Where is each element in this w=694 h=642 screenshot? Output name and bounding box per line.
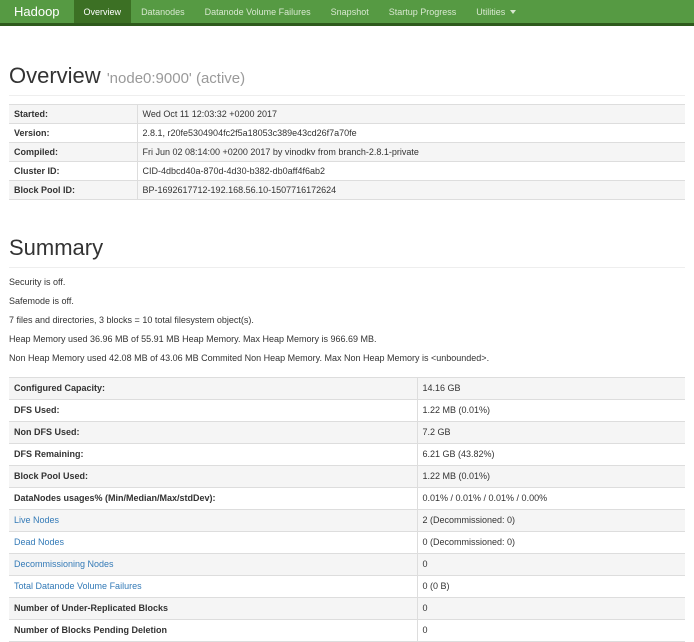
row-value: 2 (Decommissioned: 0) [417,509,685,531]
row-value: 1.22 MB (0.01%) [417,399,685,421]
divider [9,267,685,268]
non-heap-memory-info: Non Heap Memory used 42.08 MB of 43.06 M… [9,352,685,365]
nav-item-label: Datanodes [141,7,185,17]
navbar: Hadoop Overview Datanodes Datanode Volum… [0,0,694,26]
page-title: Overview 'node0:9000' (active) [9,64,685,88]
nav-item-startup-progress[interactable]: Startup Progress [379,0,467,23]
nav-item-datanodes[interactable]: Datanodes [131,0,195,23]
table-row: Number of Under-Replicated Blocks 0 [9,597,685,619]
row-label: Version: [9,124,137,143]
row-value: CID-4dbcd40a-870d-4d30-b382-db0aff4f6ab2 [137,162,685,181]
table-row: Non DFS Used: 7.2 GB [9,421,685,443]
table-row: DFS Used: 1.22 MB (0.01%) [9,399,685,421]
chevron-down-icon [510,10,516,14]
row-label: Cluster ID: [9,162,137,181]
nav-item-label: Snapshot [331,7,369,17]
row-label: Block Pool ID: [9,181,137,200]
nav-menu: Overview Datanodes Datanode Volume Failu… [74,0,527,23]
overview-table: Started: Wed Oct 11 12:03:32 +0200 2017 … [9,104,685,200]
row-label: Dead Nodes [9,531,417,553]
row-value: Wed Oct 11 12:03:32 +0200 2017 [137,105,685,124]
row-label: Live Nodes [9,509,417,531]
filesystem-objects-info: 7 files and directories, 3 blocks = 10 t… [9,314,685,327]
live-nodes-link[interactable]: Live Nodes [14,515,59,525]
security-status: Security is off. [9,276,685,289]
table-row: Block Pool Used: 1.22 MB (0.01%) [9,465,685,487]
main-content: Overview 'node0:9000' (active) Started: … [0,64,694,642]
nav-item-label: Utilities [476,7,505,17]
nav-item-overview[interactable]: Overview [74,0,132,23]
table-row: Cluster ID: CID-4dbcd40a-870d-4d30-b382-… [9,162,685,181]
table-row: DFS Remaining: 6.21 GB (43.82%) [9,443,685,465]
row-value: 14.16 GB [417,377,685,399]
table-row: DataNodes usages% (Min/Median/Max/stdDev… [9,487,685,509]
row-label: Configured Capacity: [9,377,417,399]
row-value: 0 [417,553,685,575]
namenode-address: 'node0:9000' (active) [107,70,245,87]
table-row: Total Datanode Volume Failures 0 (0 B) [9,575,685,597]
nav-item-snapshot[interactable]: Snapshot [321,0,379,23]
nav-item-utilities[interactable]: Utilities [466,0,526,23]
row-label: Total Datanode Volume Failures [9,575,417,597]
row-label: Non DFS Used: [9,421,417,443]
dead-nodes-link[interactable]: Dead Nodes [14,537,64,547]
row-value: 0 [417,619,685,641]
row-label: DFS Used: [9,399,417,421]
table-row: Version: 2.8.1, r20fe5304904fc2f5a18053c… [9,124,685,143]
nav-item-label: Startup Progress [389,7,457,17]
nav-item-label: Datanode Volume Failures [205,7,311,17]
table-row: Compiled: Fri Jun 02 08:14:00 +0200 2017… [9,143,685,162]
summary-table: Configured Capacity: 14.16 GB DFS Used: … [9,377,685,642]
row-label: DataNodes usages% (Min/Median/Max/stdDev… [9,487,417,509]
row-value: 0 (Decommissioned: 0) [417,531,685,553]
row-value: BP-1692617712-192.168.56.10-150771617262… [137,181,685,200]
overview-title-text: Overview [9,63,101,88]
row-value: 0 (0 B) [417,575,685,597]
divider [9,95,685,96]
brand-link[interactable]: Hadoop [0,0,74,23]
table-row: Decommissioning Nodes 0 [9,553,685,575]
summary-title: Summary [9,236,685,260]
row-value: 7.2 GB [417,421,685,443]
row-value: 6.21 GB (43.82%) [417,443,685,465]
table-row: Started: Wed Oct 11 12:03:32 +0200 2017 [9,105,685,124]
row-value: 0 [417,597,685,619]
row-label: Compiled: [9,143,137,162]
row-value: 2.8.1, r20fe5304904fc2f5a18053c389e43cd2… [137,124,685,143]
table-row: Configured Capacity: 14.16 GB [9,377,685,399]
heap-memory-info: Heap Memory used 36.96 MB of 55.91 MB He… [9,333,685,346]
table-row: Dead Nodes 0 (Decommissioned: 0) [9,531,685,553]
row-label: Started: [9,105,137,124]
table-row: Number of Blocks Pending Deletion 0 [9,619,685,641]
total-datanode-volume-failures-link[interactable]: Total Datanode Volume Failures [14,581,142,591]
table-row: Block Pool ID: BP-1692617712-192.168.56.… [9,181,685,200]
safemode-status: Safemode is off. [9,295,685,308]
nav-item-label: Overview [84,7,122,17]
row-value: 1.22 MB (0.01%) [417,465,685,487]
row-label: Decommissioning Nodes [9,553,417,575]
table-row: Live Nodes 2 (Decommissioned: 0) [9,509,685,531]
row-value: Fri Jun 02 08:14:00 +0200 2017 by vinodk… [137,143,685,162]
row-label: DFS Remaining: [9,443,417,465]
nav-item-datanode-volume-failures[interactable]: Datanode Volume Failures [195,0,321,23]
decommissioning-nodes-link[interactable]: Decommissioning Nodes [14,559,114,569]
row-label: Block Pool Used: [9,465,417,487]
row-label: Number of Under-Replicated Blocks [9,597,417,619]
row-value: 0.01% / 0.01% / 0.01% / 0.00% [417,487,685,509]
row-label: Number of Blocks Pending Deletion [9,619,417,641]
